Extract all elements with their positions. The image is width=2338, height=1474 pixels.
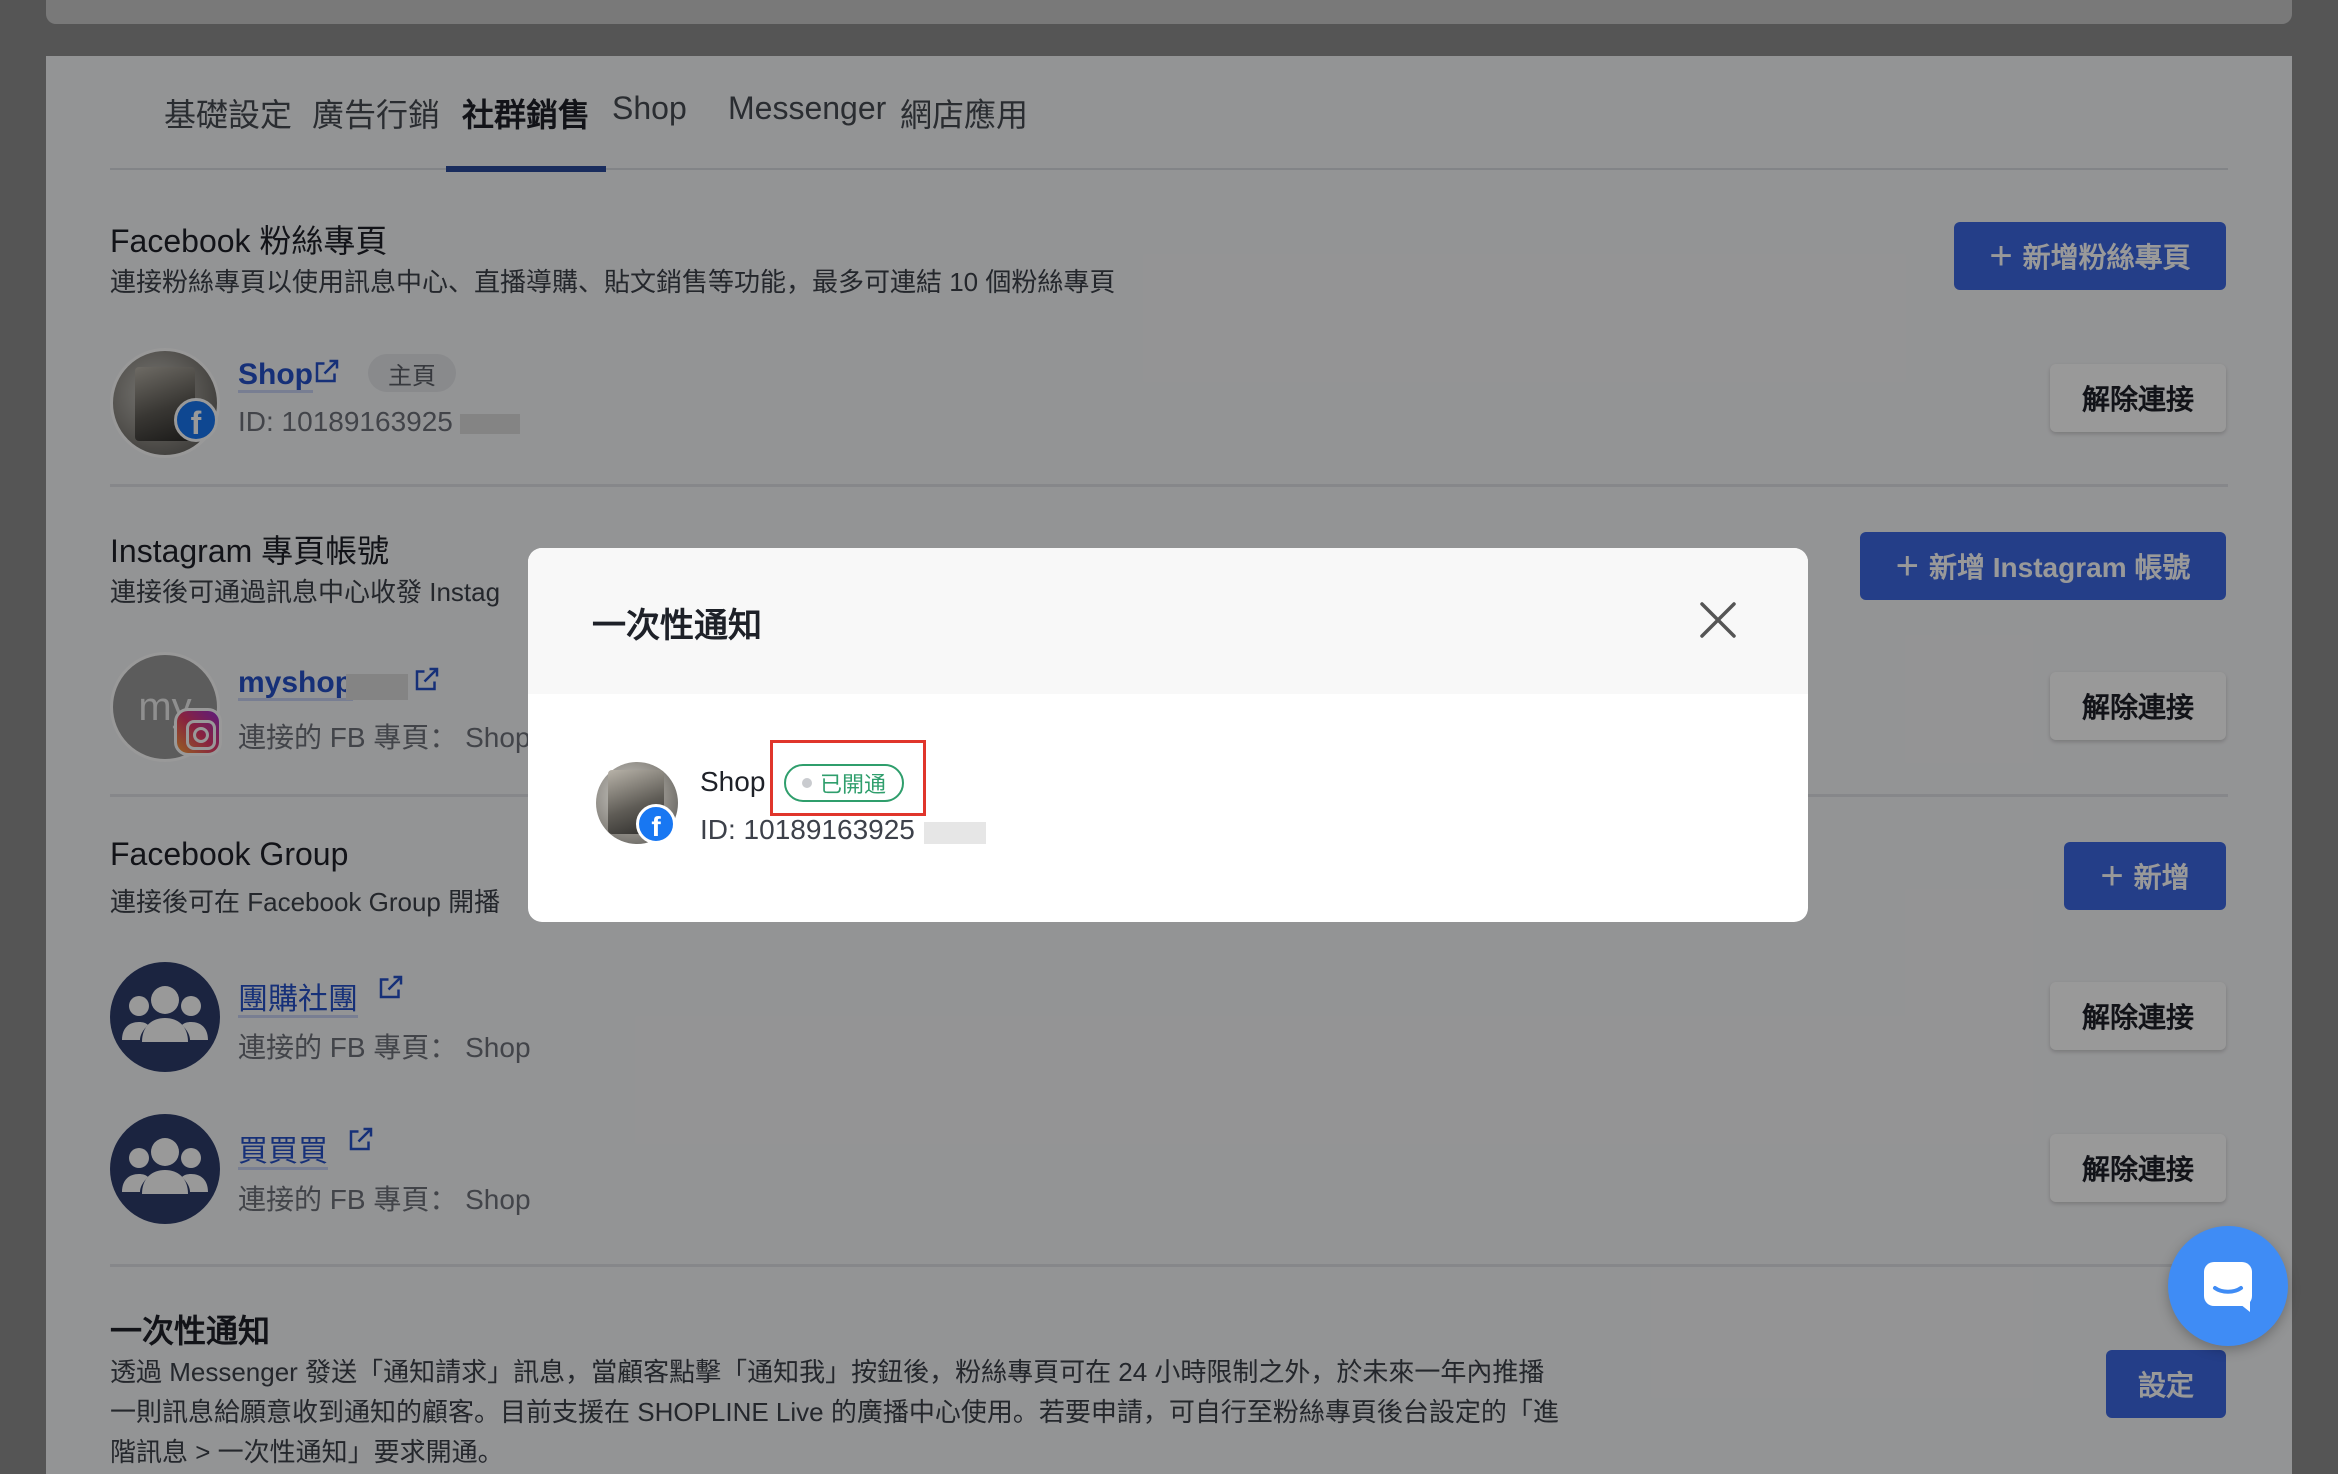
chat-icon <box>2204 1262 2252 1312</box>
highlight-box <box>770 740 926 816</box>
chat-launcher-button[interactable] <box>2168 1226 2288 1346</box>
modal-page-id: ID: 10189163925 <box>700 814 915 845</box>
facebook-icon: f <box>636 804 676 844</box>
modal-page-name: Shop <box>700 766 766 797</box>
close-icon[interactable] <box>1698 600 1738 640</box>
redacted-id <box>924 822 986 844</box>
modal-title: 一次性通知 <box>592 607 762 645</box>
otn-modal: 一次性通知 f Shop 已開通 ID: 10189163925 <box>528 548 1808 922</box>
